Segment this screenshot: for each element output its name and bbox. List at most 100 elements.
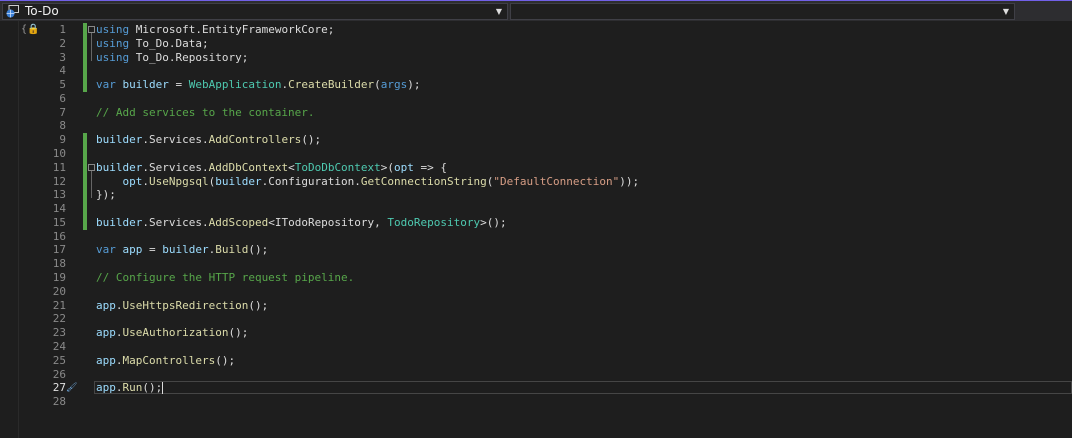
code-token: app (115, 243, 143, 257)
code-token: UseAuthorization (122, 326, 229, 340)
code-line[interactable]: 12 opt.UseNpgsql(builder.Configuration.G… (0, 174, 1072, 189)
quick-actions-brush-icon[interactable]: 🖌 (66, 381, 77, 395)
code-line[interactable]: 18 (0, 257, 1072, 271)
navigation-bar: To-Do ▼ ▼ (0, 0, 1072, 21)
line-number: 21 (52, 298, 66, 312)
project-dropdown[interactable]: To-Do ▼ (2, 3, 508, 20)
code-line[interactable]: 5 var builder = WebApplication.CreateBuil… (0, 78, 1072, 93)
line-number: 23 (52, 326, 66, 340)
code-token: app (96, 381, 116, 395)
code-line[interactable]: 2 using To_Do.Data; (0, 36, 1072, 51)
chevron-down-icon: ▼ (1002, 7, 1009, 16)
code-token: ( (374, 78, 381, 92)
code-text: builder.Services.AddDbContext<ToDoDbCont… (96, 161, 447, 175)
code-token: (); (228, 326, 249, 340)
code-line[interactable]: 15 builder.Services.AddScoped<ITodoReposi… (0, 215, 1072, 230)
code-token: opt (96, 174, 143, 188)
code-token: < (268, 215, 275, 229)
outline-guide (91, 33, 92, 61)
code-line[interactable]: 26 (0, 368, 1072, 382)
code-token: TodoRepository (387, 215, 481, 229)
code-line[interactable]: 27 🖌 app.Run(); (0, 381, 1072, 395)
code-token: builder (96, 160, 143, 174)
code-text: opt.UseNpgsql(builder.Configuration.GetC… (96, 175, 639, 189)
change-indicator (83, 147, 87, 162)
code-line[interactable]: 11 builder.Services.AddDbContext<ToDoDbCo… (0, 160, 1072, 175)
code-line[interactable]: 16 (0, 230, 1072, 244)
code-line[interactable]: 24 (0, 340, 1072, 354)
code-token: using (96, 23, 130, 36)
chevron-down-icon: ▼ (495, 7, 502, 16)
change-indicator (83, 202, 87, 217)
line-number: 22 (52, 312, 66, 326)
code-line[interactable]: 25 app.MapControllers(); (0, 354, 1072, 368)
code-line[interactable]: 7 // Add services to the container. (0, 106, 1072, 120)
code-token: app (96, 298, 116, 312)
line-number: 4 (59, 64, 66, 78)
code-token: UseHttpsRedirection (122, 298, 249, 312)
project-name: To-Do (25, 4, 59, 18)
code-token: AddDbContext (208, 160, 289, 174)
line-number: 26 (52, 367, 66, 381)
code-text: var app = builder.Build(); (96, 243, 268, 257)
code-line[interactable]: 22 (0, 312, 1072, 326)
code-token: = (142, 243, 163, 257)
line-number: 27 (52, 381, 66, 395)
code-token: . (115, 381, 123, 395)
member-dropdown[interactable]: ▼ (510, 3, 1015, 20)
code-token: }); (96, 188, 116, 202)
code-line[interactable]: 1 using Microsoft.EntityFrameworkCore; (0, 23, 1072, 37)
code-line[interactable]: 14 (0, 202, 1072, 217)
code-token: builder (96, 133, 143, 147)
line-number: 10 (52, 147, 66, 161)
line-number: 6 (59, 91, 66, 105)
line-number: 20 (52, 284, 66, 298)
code-line[interactable]: 10 (0, 147, 1072, 162)
code-line[interactable]: 13}); (0, 188, 1072, 203)
change-indicator (83, 50, 87, 65)
code-line[interactable]: 3 using To_Do.Repository; (0, 50, 1072, 65)
code-token: (); (301, 133, 322, 147)
code-line[interactable]: 9 builder.Services.AddControllers(); (0, 133, 1072, 148)
code-token: using (96, 36, 130, 50)
code-line[interactable]: 21 app.UseHttpsRedirection(); (0, 299, 1072, 313)
code-token: // Configure the HTTP request pipeline. (96, 271, 355, 285)
code-text: // Add services to the container. (96, 106, 315, 120)
line-number: 8 (59, 119, 66, 133)
line-number: 24 (52, 339, 66, 353)
code-text: builder.Services.AddScoped<ITodoReposito… (96, 216, 507, 230)
code-text: }); (96, 188, 116, 202)
code-token: AddControllers (208, 133, 302, 147)
code-token: >(); (480, 215, 507, 229)
code-line[interactable]: 19 // Configure the HTTP request pipeline… (0, 271, 1072, 285)
line-number: 16 (52, 229, 66, 243)
code-line[interactable]: 20 (0, 285, 1072, 299)
code-line[interactable]: 8 (0, 119, 1072, 133)
code-line[interactable]: 28 (0, 395, 1072, 409)
code-text: app.Run(); (96, 381, 164, 395)
text-caret (162, 382, 164, 395)
code-token: (); (248, 298, 269, 312)
code-token: .Services. (142, 215, 209, 229)
code-token: (); (142, 381, 163, 395)
code-token: )); (619, 174, 640, 188)
line-number: 25 (52, 353, 66, 367)
code-line[interactable]: 4 (0, 64, 1072, 79)
line-number: 19 (52, 271, 66, 285)
change-indicator (83, 133, 87, 148)
code-token: . (115, 298, 123, 312)
line-number: 9 (59, 133, 66, 147)
collapse-icon[interactable] (88, 26, 95, 33)
code-token: // Add services to the container. (96, 105, 315, 119)
code-text: var builder = WebApplication.CreateBuild… (96, 78, 421, 92)
collapse-icon[interactable] (88, 163, 95, 171)
change-indicator (83, 78, 87, 93)
code-editor[interactable]: {🔒 1 using Microsoft.EntityFrameworkCore;… (0, 21, 1072, 438)
line-number: 2 (59, 36, 66, 50)
code-token: . (115, 353, 123, 367)
code-line[interactable]: 23 app.UseAuthorization(); (0, 326, 1072, 340)
code-line[interactable]: 6 (0, 92, 1072, 106)
code-token: WebApplication (188, 78, 282, 92)
code-line[interactable]: 17 var app = builder.Build(); (0, 243, 1072, 257)
code-token: ToDoDbContext (294, 160, 381, 174)
